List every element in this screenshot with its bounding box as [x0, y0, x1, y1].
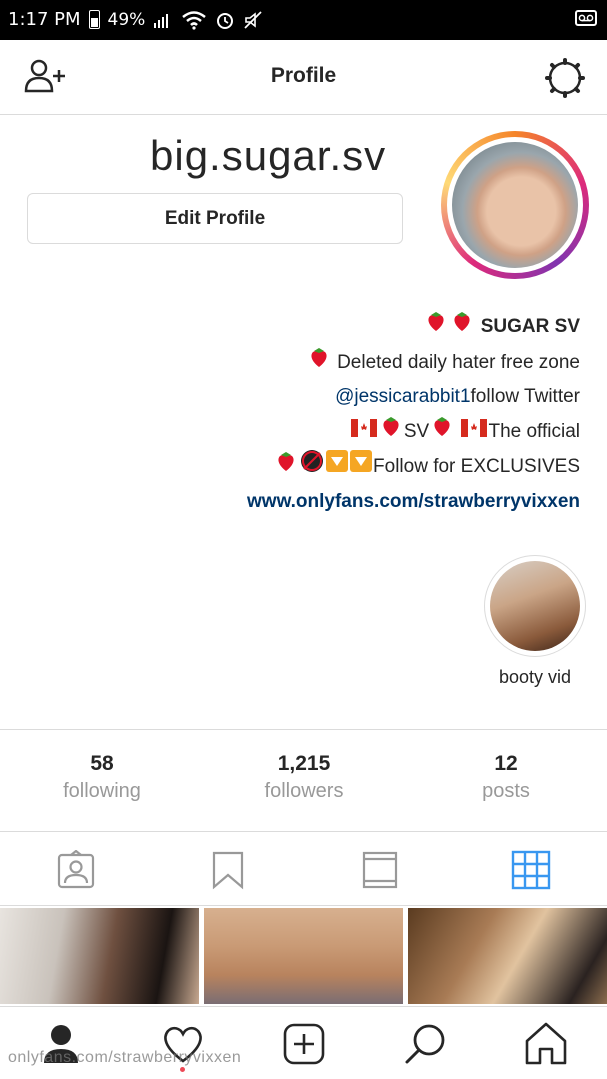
strawberry-icon	[274, 449, 298, 485]
alarm-icon	[217, 12, 234, 29]
battery-icon	[88, 10, 100, 29]
canada-flag-icon	[350, 415, 377, 449]
strawberry-icon	[430, 414, 454, 450]
profile-bio: SUGAR SV Deleted daily hater free zone @…	[247, 309, 580, 518]
highlight-cover	[490, 561, 580, 651]
strawberry-icon	[307, 345, 331, 381]
down-triangle-icon	[326, 450, 349, 484]
bio-text-2: follow Twitter	[470, 386, 580, 407]
profile-header-bar: Profile	[0, 40, 607, 115]
following-stat[interactable]: 58 following	[32, 752, 172, 803]
strawberry-icon	[450, 309, 474, 345]
posts-stat[interactable]: 12 posts	[436, 752, 576, 803]
down-triangle-icon	[350, 450, 373, 484]
bio-line-1: Deleted daily hater free zone	[247, 345, 580, 381]
grid-view-icon	[511, 850, 551, 890]
avatar-photo	[452, 142, 578, 268]
avatar-border	[447, 137, 583, 273]
bio-line-2: @jessicarabbit1follow Twitter	[247, 380, 580, 414]
tab-tagged[interactable]	[56, 849, 96, 890]
strawberry-icon	[379, 414, 403, 450]
tab-grid[interactable]	[511, 850, 551, 890]
bio-text-3b: SV	[403, 420, 430, 442]
bio-website-link[interactable]: www.onlyfans.com/strawberryvixxen	[247, 491, 580, 512]
voicemail-icon	[575, 10, 597, 26]
profile-username: big.sugar.sv	[150, 132, 387, 179]
new-post-icon	[283, 1023, 325, 1065]
status-left: 1:17 PM 49%	[8, 9, 263, 30]
watermark-text: onlyfans.com/strawberryvixxen	[8, 1049, 242, 1066]
profile-view-tabs	[0, 832, 607, 906]
saved-bookmark-icon	[212, 851, 244, 890]
status-bar: 1:17 PM 49%	[0, 0, 607, 40]
tab-list[interactable]	[360, 850, 400, 890]
nav-home[interactable]	[521, 1019, 571, 1069]
settings-button[interactable]	[545, 58, 585, 103]
canada-flag-icon	[461, 415, 488, 449]
page-title: Profile	[270, 64, 337, 87]
wifi-icon	[182, 10, 207, 30]
posts-label: posts	[482, 780, 530, 802]
profile-avatar[interactable]	[441, 131, 589, 279]
posts-count: 12	[494, 752, 518, 775]
nav-new-post[interactable]	[279, 1019, 329, 1069]
bio-line-5: www.onlyfans.com/strawberryvixxen	[247, 485, 580, 519]
status-time: 1:17 PM	[8, 9, 81, 30]
bio-name: SUGAR SV	[480, 315, 580, 337]
bio-name-line: SUGAR SV	[247, 309, 580, 345]
followers-stat[interactable]: 1,215 followers	[234, 752, 374, 803]
signal-icon	[154, 13, 169, 28]
bio-line-3: SV The official	[247, 414, 580, 450]
eighteen-plus-icon	[300, 449, 324, 485]
twitter-mention[interactable]: @jessicarabbit1	[335, 386, 470, 407]
list-view-icon	[362, 851, 398, 889]
bio-line-4: Follow for EXCLUSIVES	[247, 449, 580, 485]
tagged-photos-icon	[57, 849, 95, 889]
followers-label: followers	[264, 780, 344, 802]
following-count: 58	[90, 752, 114, 775]
settings-gear-icon	[545, 58, 585, 98]
battery-percent: 49%	[107, 9, 146, 30]
grid-post[interactable]	[408, 908, 607, 1004]
grid-post[interactable]	[0, 908, 199, 1004]
tab-saved[interactable]	[208, 850, 248, 890]
following-label: following	[63, 780, 141, 802]
grid-post[interactable]	[204, 908, 403, 1004]
notification-dot	[180, 1067, 185, 1072]
nav-search[interactable]	[401, 1019, 451, 1069]
strawberry-icon	[424, 309, 448, 345]
bottom-navigation	[0, 1006, 607, 1079]
photo-grid	[0, 906, 607, 1006]
highlight-label: booty vid	[498, 667, 572, 687]
bio-text-1: Deleted daily hater free zone	[337, 351, 580, 373]
bio-text-3a: The official	[488, 420, 580, 442]
mute-icon	[244, 10, 262, 29]
search-icon	[405, 1024, 445, 1064]
home-icon	[525, 1022, 567, 1065]
followers-count: 1,215	[277, 752, 331, 775]
profile-stats: 12 posts 1,215 followers 58 following	[0, 729, 607, 832]
edit-profile-button[interactable]: Edit Profile	[27, 193, 403, 244]
story-highlight[interactable]	[484, 555, 586, 657]
bio-text-4: Follow for EXCLUSIVES	[373, 455, 580, 477]
